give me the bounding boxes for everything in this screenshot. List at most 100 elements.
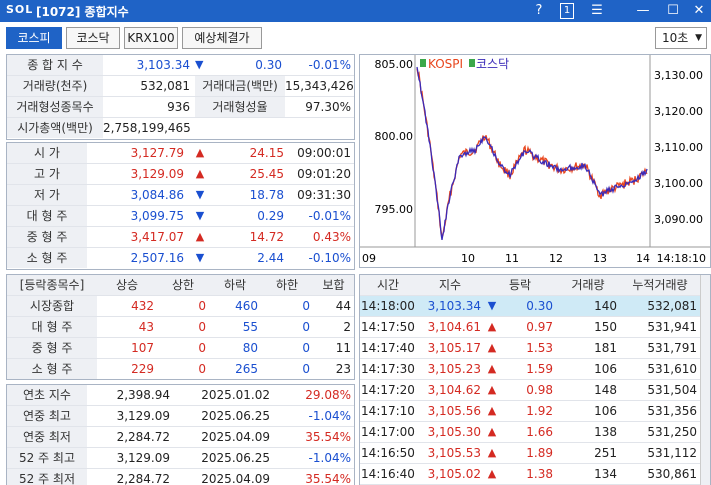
table-row: 소 형 주 229 0 265 0 23: [7, 359, 354, 380]
breadth-up: 432: [131, 299, 154, 313]
ticks-header-volume: 거래량: [556, 275, 620, 295]
tick-change: 1.59: [526, 362, 553, 376]
chevron-down-icon: ▼: [695, 33, 702, 43]
ohlc-change: 0.29: [257, 209, 284, 223]
table-row[interactable]: 14:17:40 3,105.17 ▲ 1.53 181 531,791: [360, 338, 710, 359]
tick-cumulative: 531,250: [647, 425, 697, 439]
formed-rate-label: 거래형성율: [195, 97, 285, 117]
help-icon[interactable]: ?: [530, 2, 548, 20]
ohlc-time: 09:31:30: [297, 188, 351, 202]
window-title: [1072] 종합지수: [36, 5, 129, 19]
table-row[interactable]: 14:17:50 3,104.61 ▲ 0.97 150 531,941: [360, 317, 710, 338]
breadth-down: 460: [235, 299, 258, 313]
tick-time: 14:16:50: [361, 446, 415, 460]
ohlc-value: 3,129.09: [130, 167, 184, 181]
up-arrow-icon: ▲: [487, 341, 497, 354]
close-icon[interactable]: ✕: [690, 2, 708, 20]
table-row[interactable]: 14:17:10 3,105.56 ▲ 1.92 106 531,356: [360, 401, 710, 422]
tab-krx100[interactable]: KRX100: [124, 27, 178, 49]
tab-kospi[interactable]: 코스피: [6, 27, 62, 49]
tick-volume: 140: [594, 299, 617, 313]
chart-panel: KOSPI 코스닥 805.00 800.00 795.00 3,130.00 …: [359, 54, 711, 268]
tab-kosdaq[interactable]: 코스닥: [66, 27, 120, 49]
tick-index: 3,105.56: [427, 404, 481, 418]
maximize-icon[interactable]: ☐: [664, 2, 682, 20]
breadth-row-label: 소 형 주: [7, 359, 97, 379]
ohlc-change: 14.72: [249, 230, 284, 244]
app-logo: SOL: [6, 3, 34, 16]
table-row[interactable]: 14:17:30 3,105.23 ▲ 1.59 106 531,610: [360, 359, 710, 380]
yearly-label: 52 주 최저: [7, 469, 87, 485]
index-value: 3,103.34: [136, 58, 190, 72]
up-arrow-icon: ▲: [487, 467, 497, 480]
yearly-label: 연초 지수: [7, 385, 87, 405]
breadth-upper: 0: [198, 320, 206, 334]
legend-kospi: KOSPI: [428, 57, 463, 71]
index-change: 0.30: [255, 58, 282, 72]
breadth-down: 265: [235, 362, 258, 376]
up-arrow-icon: ▲: [487, 320, 497, 333]
x-tick-label: 10: [461, 252, 475, 265]
down-arrow-icon: ▼: [195, 58, 204, 71]
table-row: 연중 최고 3,129.09 2025.06.25 -1.04%: [7, 406, 354, 427]
ohlc-change: 2.44: [257, 251, 284, 265]
tick-cumulative: 531,610: [647, 362, 697, 376]
single-window-icon[interactable]: 1: [560, 3, 574, 19]
index-label: 종 합 지 수: [7, 55, 103, 75]
tick-volume: 251: [594, 446, 617, 460]
ohlc-value: 2,507.16: [130, 251, 184, 265]
breadth-header-label: [등락종목수]: [7, 275, 97, 295]
ohlc-time: 09:01:20: [297, 167, 351, 181]
tick-cumulative: 531,791: [647, 341, 697, 355]
tick-time: 14:17:00: [361, 425, 415, 439]
down-arrow-icon: ▼: [195, 209, 205, 222]
ohlc-change: 18.78: [249, 188, 284, 202]
yearly-date: 2025.06.25: [201, 451, 270, 465]
ohlc-percent: -0.01%: [308, 209, 351, 223]
yearly-label: 연중 최저: [7, 427, 87, 447]
tick-volume: 150: [594, 320, 617, 334]
kosdaq-line: [416, 66, 648, 241]
tick-index: 3,105.17: [427, 341, 481, 355]
tick-index: 3,103.34: [427, 299, 481, 313]
breadth-up: 107: [131, 341, 154, 355]
yearly-percent: 35.54%: [305, 430, 351, 444]
minimize-icon[interactable]: —: [634, 2, 652, 20]
breadth-flat: 11: [335, 341, 351, 355]
table-row[interactable]: 14:16:50 3,105.53 ▲ 1.89 251 531,112: [360, 443, 710, 464]
table-row[interactable]: 14:17:20 3,104.62 ▲ 0.98 148 531,504: [360, 380, 710, 401]
breadth-header-flat: 보합: [313, 275, 354, 295]
ticks-scrollbar[interactable]: [700, 275, 710, 485]
interval-select[interactable]: 10초 ▼: [655, 27, 707, 49]
up-arrow-icon: ▲: [487, 404, 497, 417]
kosdaq-series: [416, 66, 648, 241]
breadth-upper: 0: [198, 299, 206, 313]
ohlc-label: 대 형 주: [7, 206, 87, 226]
tick-time: 14:17:10: [361, 404, 415, 418]
breadth-row-label: 대 형 주: [7, 317, 97, 337]
tab-expected-price[interactable]: 예상체결가: [182, 27, 262, 49]
yearly-date: 2025.06.25: [201, 409, 270, 423]
ticks-panel: 시간 지수 등락 거래량 누적거래량 14:18:00 3,103.34 ▼ 0.30…: [359, 274, 711, 485]
menu-icon[interactable]: ☰: [588, 2, 606, 20]
breadth-down: 80: [242, 341, 258, 355]
table-row[interactable]: 14:18:00 3,103.34 ▼ 0.30 140 532,081: [360, 296, 710, 317]
table-row[interactable]: 14:17:00 3,105.30 ▲ 1.66 138 531,250: [360, 422, 710, 443]
tick-change: 0.97: [526, 320, 553, 334]
yearly-value: 2,284.72: [116, 430, 170, 444]
up-arrow-icon: ▲: [487, 425, 497, 438]
table-row[interactable]: 14:16:40 3,105.02 ▲ 1.38 134 530,861: [360, 464, 710, 485]
table-row: 52 주 최저 2,284.72 2025.04.09 35.54%: [7, 469, 354, 485]
ohlc-label: 고 가: [7, 164, 87, 184]
x-tick-label: 11: [505, 252, 519, 265]
tick-cumulative: 531,112: [647, 446, 697, 460]
yearly-percent: -1.04%: [308, 451, 351, 465]
up-arrow-icon: ▲: [195, 167, 205, 180]
up-arrow-icon: ▲: [487, 446, 497, 459]
tick-change: 1.66: [526, 425, 553, 439]
table-row: 연중 최저 2,284.72 2025.04.09 35.54%: [7, 427, 354, 448]
tick-time: 14:16:40: [361, 467, 415, 481]
breadth-lower: 0: [302, 341, 310, 355]
table-row: 시장종합 432 0 460 0 44: [7, 296, 354, 317]
ohlc-value: 3,099.75: [130, 209, 184, 223]
